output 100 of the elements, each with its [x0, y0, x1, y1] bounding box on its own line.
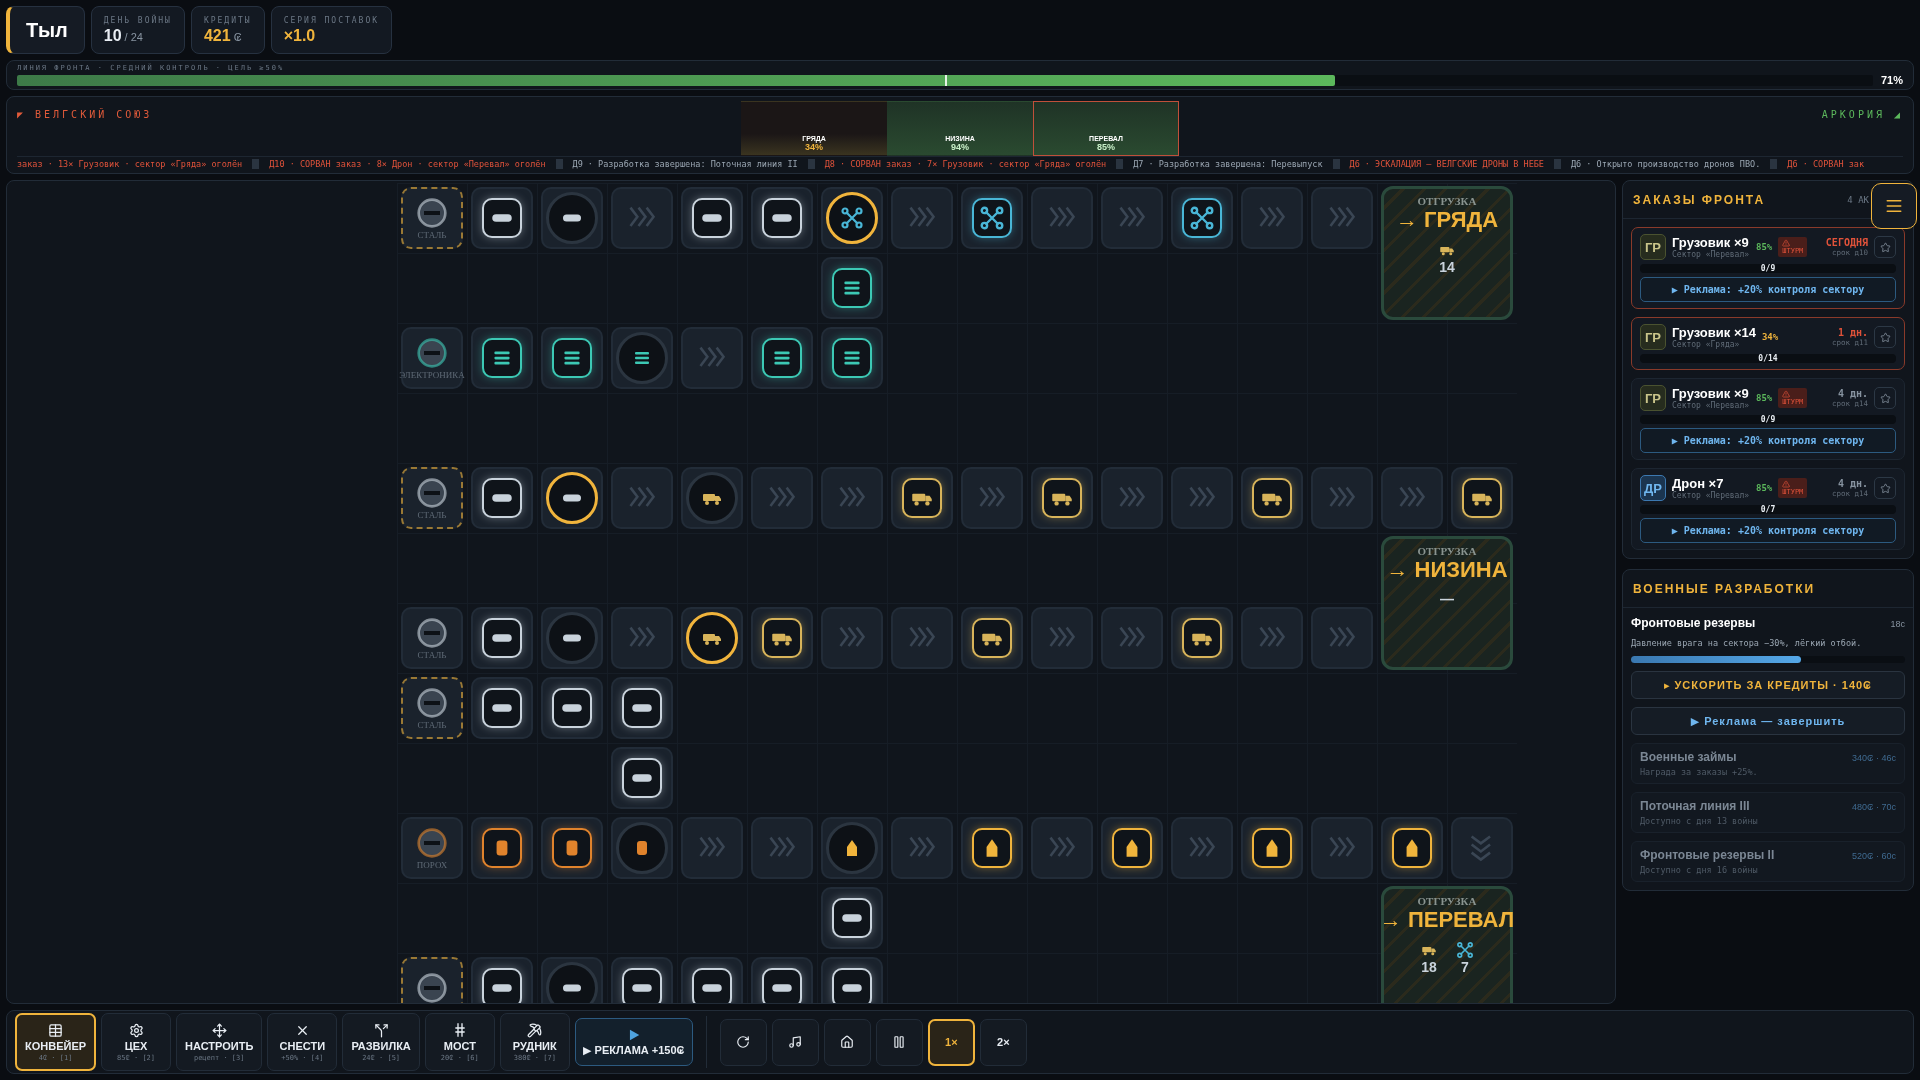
speed-button[interactable]: 1×: [927, 1018, 975, 1066]
research-item[interactable]: Военные займы 340₢ · 46с Награда за заказы +25%.: [1631, 743, 1905, 784]
cargo-tile[interactable]: [751, 957, 813, 1003]
research-item[interactable]: Поточная линия III 480₢ · 70с Доступно с дня 13 войны: [1631, 792, 1905, 833]
cargo-tile[interactable]: [471, 817, 533, 879]
research-name: Поточная линия III: [1640, 799, 1750, 813]
faction-label: АРКОРИЯ ◢: [1820, 108, 1903, 120]
cargo-tile[interactable]: [471, 467, 533, 529]
panel-title: ВОЕННЫЕ РАЗРАБОТКИ: [1633, 581, 1817, 596]
order-sector: Сектор «Перевал»: [1672, 401, 1750, 410]
cargo-tile[interactable]: [611, 747, 673, 809]
cargo-tile[interactable]: [471, 677, 533, 739]
cargo-tile[interactable]: [751, 327, 813, 389]
cargo-tile[interactable]: [961, 187, 1023, 249]
order-title: Грузовик ×9: [1672, 386, 1750, 401]
cargo-tile[interactable]: [961, 607, 1023, 669]
cargo-tile[interactable]: [541, 677, 603, 739]
speed-button[interactable]: 2×: [979, 1018, 1027, 1066]
ad-boost-button[interactable]: ▶ Реклама: +20% контроля сектору: [1640, 518, 1896, 543]
cargo-tile[interactable]: [1241, 817, 1303, 879]
sector-control: 94%: [951, 142, 969, 152]
cargo-tile[interactable]: [1171, 607, 1233, 669]
shipment-count: 18: [1421, 959, 1437, 975]
music-icon: [788, 1035, 803, 1049]
cargo-tile[interactable]: [821, 957, 883, 1003]
ad-finish-button[interactable]: ▶ Реклама — завершить: [1631, 707, 1905, 735]
pause-button[interactable]: [875, 1018, 923, 1066]
cargo-tile[interactable]: [751, 607, 813, 669]
source-label: СТАЛЬ: [417, 229, 447, 240]
speedup-button[interactable]: ▸ УСКОРИТЬ ЗА КРЕДИТЫ · 140₢: [1631, 671, 1905, 699]
sector-control: 85%: [1756, 483, 1773, 493]
cargo-tile[interactable]: [961, 817, 1023, 879]
move-icon: [211, 1022, 227, 1038]
cargo-tile[interactable]: [821, 887, 883, 949]
source-label: ЭЛЕКТРОНИКА: [399, 369, 465, 380]
cargo-tile[interactable]: [1451, 467, 1513, 529]
table-icon: [48, 1022, 64, 1038]
panel-title: ЗАКАЗЫ ФРОНТА: [1633, 192, 1767, 207]
ticker-separator: [807, 158, 815, 169]
cargo-tile[interactable]: [681, 957, 743, 1003]
stat-label: КРЕДИТЫ: [203, 15, 252, 25]
favorite-button[interactable]: [1874, 477, 1896, 499]
star-icon: [1879, 241, 1891, 253]
cargo-tile[interactable]: [821, 327, 883, 389]
pause-icon: [892, 1035, 907, 1049]
order-progress-text: 0/14: [1758, 354, 1778, 363]
cargo-tile[interactable]: [471, 187, 533, 249]
source-label: СТАЛЬ: [417, 719, 447, 730]
news-ticker-item: заказ · 13× Грузовик · сектор «Гряда» оголён: [17, 158, 243, 169]
sector-control: 85%: [1097, 142, 1115, 152]
cargo-tile[interactable]: [1241, 467, 1303, 529]
stat-suffix: / 24: [124, 30, 143, 43]
stat-label: ДЕНЬ ВОЙНЫ: [103, 15, 172, 25]
order-progress-text: 0/9: [1760, 264, 1776, 273]
cargo-tile[interactable]: [751, 187, 813, 249]
ad-reward-button[interactable]: ▶ РЕКЛАМА +150₢: [574, 1018, 693, 1066]
cargo-tile[interactable]: [611, 957, 673, 1003]
ticker-separator: [1332, 158, 1340, 169]
cargo-tile[interactable]: [891, 467, 953, 529]
source-label: ПОРОХ: [416, 859, 448, 870]
sector-control: 85%: [1756, 242, 1773, 252]
cargo-tile[interactable]: [611, 677, 673, 739]
shipment-count: 14: [1439, 259, 1455, 275]
cargo-tile[interactable]: [1031, 467, 1093, 529]
music-button[interactable]: [771, 1018, 819, 1066]
cargo-tile[interactable]: [1101, 817, 1163, 879]
favorite-button[interactable]: [1874, 236, 1896, 258]
favorite-button[interactable]: [1874, 326, 1896, 348]
cargo-tile[interactable]: [1381, 817, 1443, 879]
shipment-count: —: [1440, 591, 1454, 607]
restart-icon: [736, 1035, 751, 1049]
order-sector: Сектор «Перевал»: [1672, 491, 1750, 500]
research-item[interactable]: Фронтовые резервы II 520₢ · 60с Доступно с дня 16 войны: [1631, 841, 1905, 882]
ad-boost-button[interactable]: ▶ Реклама: +20% контроля сектору: [1640, 277, 1896, 302]
stat-value: 10: [103, 26, 122, 45]
stat-label: СЕРИЯ ПОСТАВОК: [283, 15, 380, 25]
cargo-tile[interactable]: [821, 257, 883, 319]
fork-icon: [373, 1022, 389, 1038]
star-icon: [1879, 331, 1891, 343]
cargo-tile[interactable]: [471, 957, 533, 1003]
menu-button[interactable]: [1871, 183, 1917, 229]
warning-icon: [1782, 239, 1791, 247]
source-tile[interactable]: [401, 957, 463, 1003]
research-cost: 480₢ · 70с: [1851, 802, 1896, 812]
news-ticker-item: Д10 · СОРВАН заказ · 8× Дрон · сектор «Перевал» оголён: [269, 158, 546, 169]
cargo-tile[interactable]: [541, 817, 603, 879]
cargo-tile[interactable]: [541, 327, 603, 389]
favorite-button[interactable]: [1874, 387, 1896, 409]
ticker-separator: [252, 158, 260, 169]
shipment-label: ОТГРУЗКА: [1417, 895, 1477, 907]
source-label: СТАЛЬ: [417, 649, 447, 660]
cargo-tile[interactable]: [681, 187, 743, 249]
sector-control: 34%: [1761, 332, 1779, 342]
cargo-tile[interactable]: [1171, 187, 1233, 249]
cargo-tile[interactable]: [471, 607, 533, 669]
order-title: Грузовик ×9: [1672, 235, 1750, 250]
ad-boost-button[interactable]: ▶ Реклама: +20% контроля сектору: [1640, 428, 1896, 453]
restart-button[interactable]: [719, 1018, 767, 1066]
home-button[interactable]: [823, 1018, 871, 1066]
cargo-tile[interactable]: [471, 327, 533, 389]
